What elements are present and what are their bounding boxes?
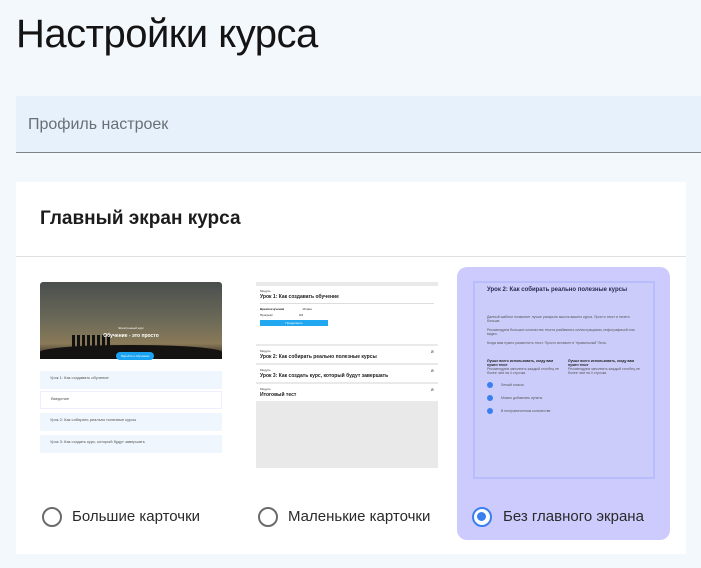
list-item: Урок 2: Как собирать реально полезные ку… — [40, 413, 222, 431]
small-cards-preview: Модуль Урок 1: Как создавать обучение Вр… — [256, 282, 438, 468]
module-label: Модуль — [260, 349, 271, 353]
time-label: Время изучения — [260, 307, 285, 311]
progress-value: 0/2 — [298, 313, 304, 317]
hero-image: Электронный курс Обучение - это просто П… — [40, 282, 222, 360]
lock-icon: ⊘ — [430, 368, 434, 373]
no-main-screen-preview: Урок 2: Как собирать реально полезные ку… — [473, 281, 655, 479]
section-title: Главный экран курса — [40, 208, 241, 229]
lesson-title: Урок 3: Как создать курс, который будут … — [260, 373, 389, 379]
lesson-title: Итоговый тест — [260, 392, 297, 398]
list-item: Урок 1: Как создавать обучение — [40, 371, 222, 389]
hero-button: Перейти к обучению — [116, 352, 154, 360]
divider — [16, 256, 686, 257]
list-item: Урок 3: Как создать курс, который будут … — [40, 435, 222, 453]
hero-subtitle: Электронный курс — [118, 326, 144, 330]
check-item: Легкий список — [501, 383, 524, 387]
preview-text: Рекомендуем большое количество текста ра… — [487, 328, 635, 336]
settings-profile-field[interactable]: Профиль настроек — [16, 96, 701, 153]
time-value: 10 мин — [302, 307, 312, 311]
radio-small-cards[interactable] — [258, 507, 278, 527]
lock-icon: ⊘ — [430, 387, 434, 392]
list-item: Введение — [40, 391, 222, 409]
option-label: Большие карточки — [72, 508, 201, 525]
lock-icon: ⊘ — [430, 349, 434, 354]
column-heading: Лучше всего использовать, когду вам нуже… — [487, 359, 554, 367]
column-text: Рекомендуем заполнять каждый столбец не … — [568, 367, 640, 375]
preview-text: Данный шаблон позволяет лучше раскрыть м… — [487, 315, 630, 323]
column-heading: Лучше всего использовать, когду вам нуже… — [568, 359, 635, 367]
radio-no-main-screen[interactable] — [472, 507, 492, 527]
option-label: Маленькие карточки — [288, 508, 431, 525]
column-text: Рекомендуем заполнять каждый столбец не … — [487, 367, 559, 375]
main-screen-section: Главный экран курса Электронный курс Обу… — [16, 182, 686, 554]
check-icon — [487, 395, 493, 401]
preview-text: Когда вам нужно разместить текст. Просто… — [487, 341, 607, 345]
option-small-cards[interactable]: Модуль Урок 1: Как создавать обучение Вр… — [240, 267, 440, 540]
radio-large-cards[interactable] — [42, 507, 62, 527]
page-title: Настройки курса — [16, 12, 318, 56]
check-item: В неограниченном количестве — [501, 409, 551, 413]
check-icon — [487, 408, 493, 414]
module-label: Модуль — [260, 289, 271, 293]
module-label: Модуль — [260, 387, 271, 391]
large-cards-preview: Электронный курс Обучение - это просто П… — [40, 282, 222, 468]
option-no-main-screen[interactable]: Урок 2: Как собирать реально полезные ку… — [457, 267, 670, 540]
progress-label: Прогресс — [260, 313, 273, 317]
module-label: Модуль — [260, 368, 271, 372]
lesson-title: Урок 1: Как создавать обучение — [260, 294, 339, 300]
hero-title: Обучение - это просто — [103, 333, 159, 339]
check-icon — [487, 382, 493, 388]
preview-title: Урок 2: Как собирать реально полезные ку… — [487, 287, 628, 293]
check-item: Можно добавлять пункты — [501, 396, 543, 400]
option-large-cards[interactable]: Электронный курс Обучение - это просто П… — [24, 267, 224, 540]
lesson-title: Урок 2: Как собирать реально полезные ку… — [260, 354, 377, 360]
continue-button: Продолжить — [260, 320, 328, 326]
option-label: Без главного экрана — [503, 508, 644, 525]
